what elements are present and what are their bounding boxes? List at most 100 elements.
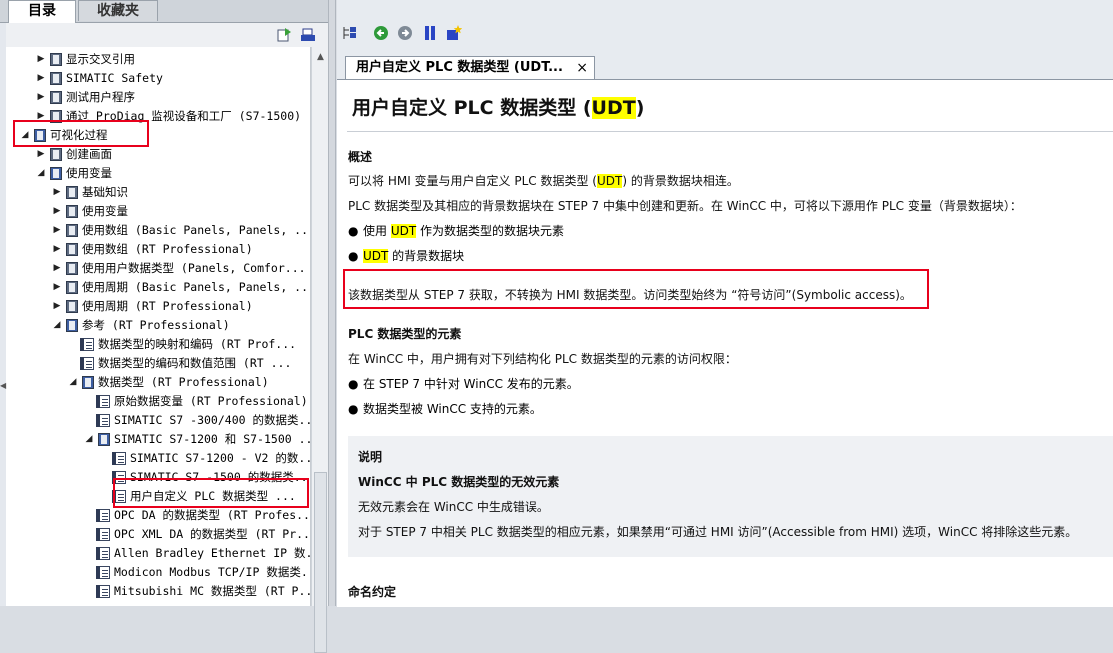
tree-item[interactable]: ▶ 使用用户数据类型 (Panels, Comfor...	[6, 259, 310, 278]
tree-item[interactable]: ◢ 数据类型 (RT Professional)	[6, 373, 310, 392]
expand-icon[interactable]: ▶	[36, 50, 46, 69]
tree-item[interactable]: ◢ 参考 (RT Professional)	[6, 316, 310, 335]
tree-item[interactable]: ▶ 基础知识	[6, 183, 310, 202]
tree-item[interactable]: 原始数据变量 (RT Professional)	[6, 392, 310, 411]
collapse-icon[interactable]: ◢	[20, 126, 30, 145]
sync-icon[interactable]	[276, 27, 292, 43]
tree-item-label: 显示交叉引用	[66, 52, 135, 66]
expand-icon[interactable]: ▶	[36, 145, 46, 164]
tree-item[interactable]: SIMATIC S7-1200 - V2 的数...	[6, 449, 310, 468]
tree-item[interactable]: ▶ 显示交叉引用	[6, 50, 310, 69]
collapse-icon[interactable]: ◢	[68, 373, 78, 392]
collapse-left-icon[interactable]: ◀	[0, 381, 6, 390]
tree-item[interactable]: Mitsubishi MC 数据类型 (RT P...	[6, 582, 310, 601]
book-open-icon	[98, 433, 110, 446]
book-open-icon	[66, 319, 78, 332]
expand-icon[interactable]: ▶	[52, 202, 62, 221]
bullet-icon: ●	[348, 402, 359, 416]
tree-sync-icon[interactable]	[342, 25, 358, 41]
expand-icon[interactable]: ▶	[52, 240, 62, 259]
collapse-icon[interactable]: ◢	[36, 164, 46, 183]
tree-item[interactable]: 用户自定义 PLC 数据类型 ...	[6, 487, 310, 506]
page-icon	[112, 452, 126, 465]
book-icon	[50, 53, 62, 66]
tree-item-label: 参考 (RT Professional)	[82, 318, 230, 332]
collapse-icon[interactable]: ◢	[84, 430, 94, 449]
tree-item[interactable]: ▶ SIMATIC Safety	[6, 69, 310, 88]
tree-item[interactable]: ▶ 使用变量	[6, 202, 310, 221]
tab-favorites[interactable]: 收藏夹	[78, 0, 158, 21]
tree-item[interactable]: 数据类型的编码和数值范围 (RT ...	[6, 354, 310, 373]
tree-item[interactable]: 数据类型的映射和编码 (RT Prof...	[6, 335, 310, 354]
tree-item-label: 用户自定义 PLC 数据类型 ...	[130, 487, 296, 506]
expand-icon[interactable]: ▶	[52, 278, 62, 297]
bullet-icon: ●	[348, 224, 359, 238]
tree-item[interactable]: ◢ 使用变量	[6, 164, 310, 183]
tree-item[interactable]: ▶ 使用周期 (Basic Panels, Panels, ...	[6, 278, 310, 297]
tree-item-label: 可视化过程	[50, 128, 108, 142]
tree-item-label: 使用数组 (Basic Panels, Panels, ...	[82, 223, 311, 237]
tree-item-label: SIMATIC S7 -300/400 的数据类...	[114, 413, 311, 427]
scroll-up-icon[interactable]: ▲	[313, 50, 328, 65]
tree-item-label: Mitsubishi MC 数据类型 (RT P...	[114, 584, 311, 598]
expand-icon[interactable]: ▶	[36, 107, 46, 126]
tree-item[interactable]: OPC DA 的数据类型 (RT Profes...	[6, 506, 310, 525]
expand-icon[interactable]: ▶	[36, 88, 46, 107]
text: 使用	[363, 224, 391, 238]
tree-item[interactable]: ▶ 使用数组 (RT Professional)	[6, 240, 310, 259]
book-open-icon	[50, 167, 62, 180]
doc-tab[interactable]: 用户自定义 PLC 数据类型 (UDT... ×	[345, 56, 595, 79]
pane-splitter[interactable]	[328, 0, 336, 606]
back-icon[interactable]	[373, 25, 389, 41]
doc-toolbar	[337, 21, 1113, 45]
bookmark-icon[interactable]	[422, 25, 438, 41]
expand-icon[interactable]: ▶	[52, 221, 62, 240]
expand-icon[interactable]: ▶	[52, 297, 62, 316]
favorite-add-icon[interactable]	[446, 25, 462, 41]
book-icon	[66, 243, 78, 256]
tree-item[interactable]: SIMATIC S7 -300/400 的数据类...	[6, 411, 310, 430]
print-icon[interactable]	[300, 27, 316, 43]
scroll-thumb[interactable]	[314, 472, 327, 653]
tree-scrollbar[interactable]: ▲	[311, 47, 329, 653]
book-open-icon	[82, 376, 94, 389]
page-title: 用户自定义 PLC 数据类型 (UDT)	[352, 93, 644, 120]
bullet-1: ● 使用 UDT 作为数据类型的数据块元素	[348, 222, 564, 239]
note-heading: WinCC 中 PLC 数据类型的无效元素	[358, 475, 560, 489]
tree-item[interactable]: ◢ 可视化过程	[6, 126, 310, 145]
page-icon	[96, 547, 110, 560]
tree-item[interactable]: ▶ 测试用户程序	[6, 88, 310, 107]
page-icon	[96, 395, 110, 408]
tree-item[interactable]: Allen Bradley Ethernet IP 数...	[6, 544, 310, 563]
title-end: )	[635, 97, 645, 119]
forward-icon[interactable]	[397, 25, 413, 41]
tab-contents[interactable]: 目录	[8, 0, 76, 23]
book-icon	[66, 186, 78, 199]
book-icon	[50, 72, 62, 85]
tree-item[interactable]: SIMATIC S7 -1500 的数据类...	[6, 468, 310, 487]
tree-item[interactable]: OPC XML DA 的数据类型 (RT Pr...	[6, 525, 310, 544]
expand-icon[interactable]: ▶	[52, 183, 62, 202]
access-type-note: 该数据类型从 STEP 7 获取，不转换为 HMI 数据类型。访问类型始终为 “…	[348, 288, 912, 302]
overview-para-2: PLC 数据类型及其相应的背景数据块在 STEP 7 中集中创建和更新。在 Wi…	[348, 199, 1022, 213]
collapse-icon[interactable]: ◢	[52, 316, 62, 335]
tree-item[interactable]: ▶ 使用周期 (RT Professional)	[6, 297, 310, 316]
title-highlight: UDT	[591, 97, 636, 119]
tree-item[interactable]: ◢ SIMATIC S7-1200 和 S7-1500 ...	[6, 430, 310, 449]
close-tab-icon[interactable]: ×	[576, 57, 588, 79]
tree-item[interactable]: ▶ 使用数组 (Basic Panels, Panels, ...	[6, 221, 310, 240]
tree-item[interactable]: ▶ 创建画面	[6, 145, 310, 164]
expand-icon[interactable]: ▶	[52, 259, 62, 278]
book-icon	[50, 91, 62, 104]
note-box: 说明 WinCC 中 PLC 数据类型的无效元素 无效元素会在 WinCC 中生…	[348, 436, 1113, 557]
tree-item[interactable]: ▶ 通过 ProDiag 监视设备和工厂 (S7-1500)	[6, 107, 310, 126]
tree-item[interactable]: Modicon Modbus TCP/IP 数据类...	[6, 563, 310, 582]
page-icon	[96, 566, 110, 579]
expand-icon[interactable]: ▶	[36, 69, 46, 88]
note-para-2: 对于 STEP 7 中相关 PLC 数据类型的相应元素，如果禁用“可通过 HMI…	[358, 525, 1078, 539]
